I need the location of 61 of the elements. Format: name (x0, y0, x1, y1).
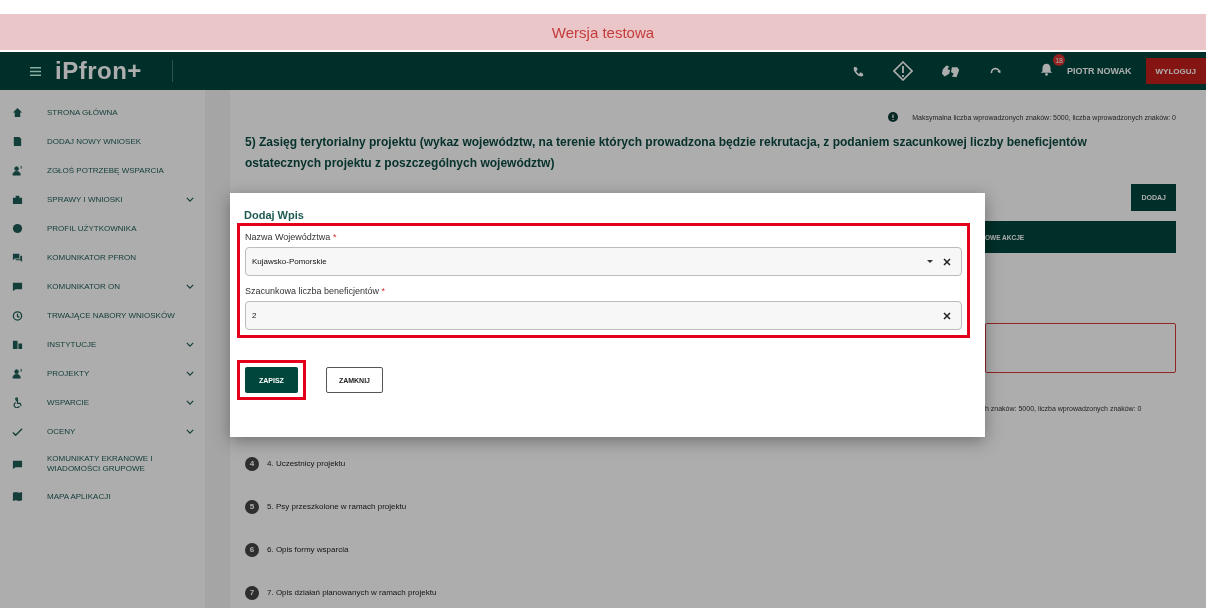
chevron-icon (186, 400, 194, 405)
step-link[interactable]: 6. Opis formy wsparcia (267, 545, 349, 554)
chevron-icon (186, 197, 194, 202)
text-area[interactable] (985, 323, 1176, 373)
clock-icon (12, 310, 23, 321)
section-heading: 5) Zasięg terytorialny projektu (wykaz województw, na terenie których prowadzona będzie rekrutacja, z podaniem szacunkowej liczby beneficjentów ostatecznych projektu z poszczególnych województw) (245, 134, 1088, 172)
bell-icon[interactable] (1040, 63, 1054, 76)
clear-icon[interactable] (943, 257, 951, 266)
sidebar-item[interactable]: ZGŁOŚ POTRZEBĘ WSPARCIA (0, 156, 205, 185)
phone-icon[interactable] (852, 64, 866, 78)
step-number: 4 (245, 456, 259, 471)
input-field[interactable]: 2 (245, 301, 962, 330)
msg-icon (12, 458, 23, 470)
sidebar-item[interactable]: DODAJ NOWY WNIOSEK (0, 127, 205, 156)
select-field[interactable]: Kujawsko-Pomorskie (245, 247, 962, 276)
chevron-icon (186, 284, 194, 289)
msg-icon (12, 281, 23, 292)
sidebar-item[interactable]: STRONA GŁÓWNA (0, 98, 205, 127)
home-icon (12, 107, 23, 118)
step-link[interactable]: 5. Psy przeszkolone w ramach projektu (267, 502, 407, 511)
user-icon (12, 223, 23, 234)
person-icon (12, 368, 23, 379)
check-icon (12, 426, 23, 437)
chevron-icon (186, 429, 194, 434)
sidebar-item[interactable]: KOMUNIKATY EKRANOWE I WIADOMOŚCI GRUPOWE (0, 446, 205, 482)
field-label: Szacunkowa liczba beneficjentów * (245, 286, 387, 296)
warning-icon[interactable] (893, 61, 914, 81)
sidebar-item[interactable]: KOMUNIKATOR PFRON (0, 243, 205, 272)
sidebar-item[interactable]: OCENY (0, 417, 205, 446)
dialog-title: Dodaj Wpis (244, 209, 305, 221)
field-label: Nazwa Województwa * (245, 232, 338, 242)
menu-icon[interactable] (30, 64, 41, 78)
step-number: 6 (245, 542, 259, 557)
banner-text: Wersja testowa (551, 23, 655, 41)
step-link[interactable]: 7. Opis działań planowanych w ramach projektu (267, 588, 437, 597)
doc-icon (12, 136, 23, 147)
sidebar-item[interactable]: TRWAJĄCE NABORY WNIOSKÓW (0, 301, 205, 330)
map-icon (12, 491, 23, 502)
step-number: 7 (245, 585, 259, 600)
chevron-icon (186, 342, 194, 347)
chat-icon (12, 252, 23, 263)
chevron-icon (186, 371, 194, 376)
clear-icon[interactable] (943, 311, 951, 320)
person-icon (12, 165, 23, 176)
user-name[interactable]: PIOTR NOWAK (1067, 66, 1132, 76)
sidebar-item[interactable]: PROJEKTY (0, 359, 205, 388)
building-icon (12, 339, 23, 350)
info-icon (888, 112, 899, 122)
sidebar-item[interactable]: MAPA APLIKACJI (0, 482, 205, 511)
step-link[interactable]: 4. Uczestnicy projektu (267, 459, 346, 468)
logout-button[interactable]: WYLOGUJ (1145, 58, 1206, 84)
caret-icon[interactable] (927, 260, 933, 263)
sidebar-item[interactable]: INSTYTUCJE (0, 330, 205, 359)
wheel-icon (12, 397, 23, 408)
sidebar-item[interactable]: SPRAWY I WNIOSKI (0, 185, 205, 214)
app-logo[interactable]: iPfron+ (55, 57, 142, 85)
case-icon (12, 194, 23, 205)
sidebar-item[interactable]: PROFIL UŻYTKOWNIKA (0, 214, 205, 243)
sidebar-item[interactable]: WSPARCIE (0, 388, 205, 417)
step-number: 5 (245, 499, 259, 514)
sidebar-item[interactable]: KOMUNIKATOR ON (0, 272, 205, 301)
